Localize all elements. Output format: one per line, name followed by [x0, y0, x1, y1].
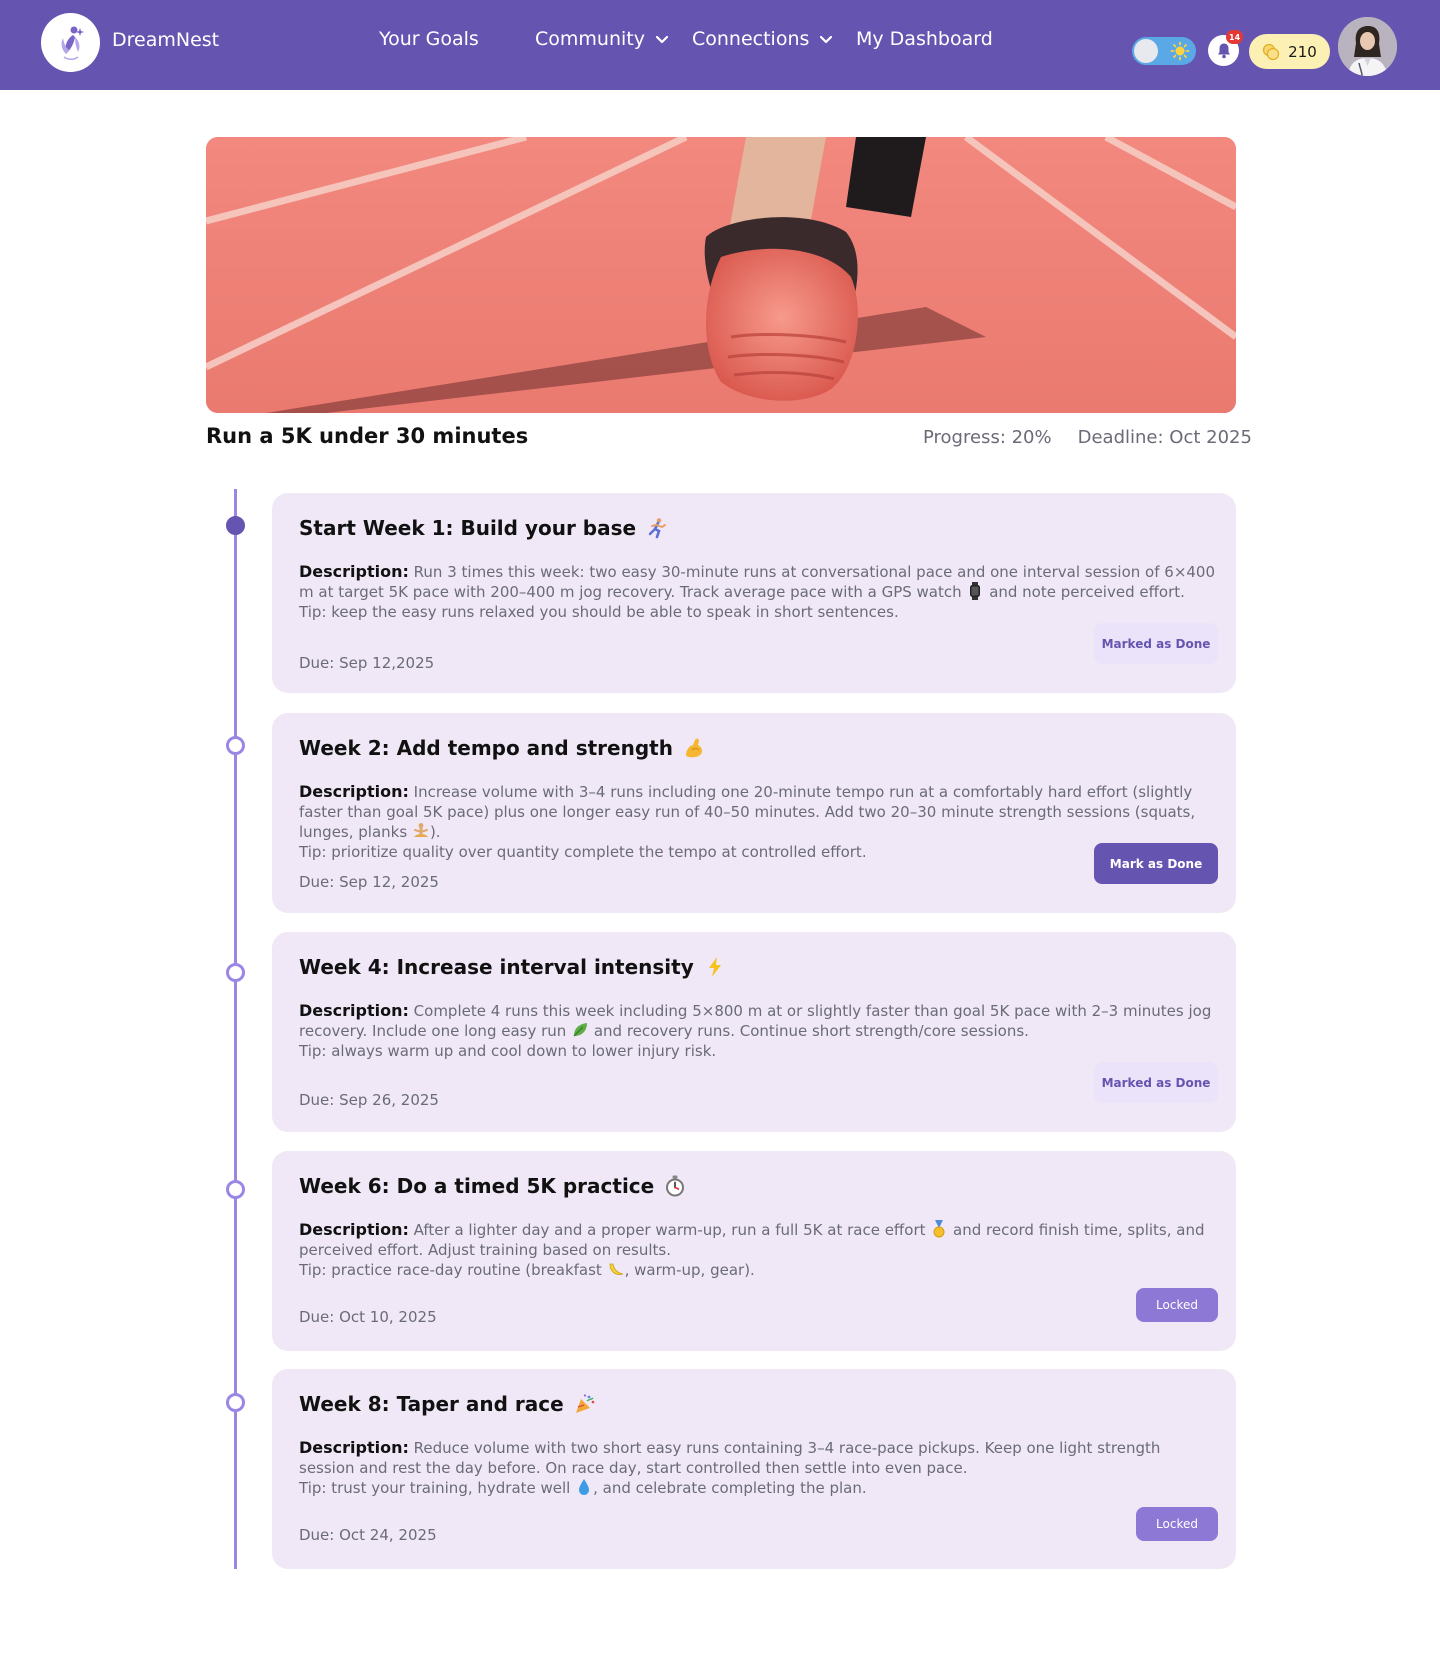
step-card: Week 8: Taper and race Description: Redu…: [272, 1369, 1236, 1569]
goal-meta: Progress: 20% Deadline: Oct 2025: [923, 427, 1252, 448]
description-label: Description:: [299, 1220, 409, 1239]
step-card: Start Week 1: Build your base Descriptio…: [272, 493, 1236, 693]
brand[interactable]: DreamNest: [41, 13, 219, 72]
dreamnest-logo[interactable]: [41, 13, 100, 72]
description-text-cont: ).: [429, 823, 441, 841]
notifications-button[interactable]: 14: [1208, 30, 1244, 66]
user-avatar[interactable]: [1338, 17, 1397, 76]
lightning-icon: [708, 957, 721, 977]
due-date: Due: Oct 10, 2025: [299, 1308, 437, 1326]
description-label: Description:: [299, 1438, 409, 1457]
step-body: Description: Increase volume with 3–4 ru…: [299, 782, 1219, 862]
description-label: Description:: [299, 562, 409, 581]
step-card: Week 4: Increase interval intensity Desc…: [272, 932, 1236, 1132]
nav-your-goals-label: Your Goals: [379, 28, 479, 50]
tip-text-cont: , warm-up, gear).: [624, 1261, 755, 1279]
banana-icon: [609, 1263, 623, 1275]
step-body: Description: After a lighter day and a p…: [299, 1220, 1219, 1280]
step-title: Week 4: Increase interval intensity: [299, 955, 726, 979]
party-popper-icon: [575, 1394, 594, 1413]
description-text-cont: and recovery runs. Continue short streng…: [589, 1022, 1029, 1040]
step-title: Week 6: Do a timed 5K practice: [299, 1174, 686, 1198]
locked-button[interactable]: Locked: [1136, 1507, 1218, 1541]
due-date: Due: Sep 26, 2025: [299, 1091, 439, 1109]
nav-connections-label: Connections: [692, 28, 810, 50]
tip-text: Tip: prioritize quality over quantity co…: [299, 843, 867, 861]
top-navbar: DreamNest Your Goals Community Connectio…: [0, 0, 1440, 90]
step-card: Week 6: Do a timed 5K practice Descripti…: [272, 1151, 1236, 1351]
droplet-icon: [579, 1479, 590, 1495]
theme-toggle[interactable]: [1132, 37, 1196, 65]
runner-icon: [648, 518, 667, 539]
tip-text-cont: , and celebrate completing the plan.: [593, 1479, 867, 1497]
nav-connections[interactable]: Connections: [692, 28, 833, 50]
brand-name: DreamNest: [112, 28, 220, 51]
marked-as-done-button[interactable]: Marked as Done: [1094, 1062, 1218, 1103]
timeline-dot: [226, 1393, 245, 1412]
tip-text: Tip: trust your training, hydrate well: [299, 1479, 571, 1497]
goal-deadline: Deadline: Oct 2025: [1077, 427, 1252, 448]
nav-community-label: Community: [535, 28, 645, 50]
chevron-down-icon: [655, 35, 669, 44]
step-card: Week 2: Add tempo and strength Descripti…: [272, 713, 1236, 913]
step-title-text: Week 2: Add tempo and strength: [299, 736, 673, 760]
watch-icon: [970, 582, 981, 600]
flexed-arm-icon: [685, 738, 702, 758]
step-title-text: Week 4: Increase interval intensity: [299, 955, 694, 979]
tip-text: Tip: practice race-day routine (breakfas…: [299, 1261, 602, 1279]
step-title: Start Week 1: Build your base: [299, 516, 668, 540]
description-label: Description:: [299, 1001, 409, 1020]
toggle-knob: [1134, 39, 1158, 63]
marked-as-done-button[interactable]: Marked as Done: [1094, 623, 1218, 664]
tip-text: Tip: always warm up and cool down to low…: [299, 1042, 717, 1060]
step-title-text: Start Week 1: Build your base: [299, 516, 637, 540]
due-date: Due: Sep 12,2025: [299, 654, 435, 672]
notification-count-badge: 14: [1226, 30, 1244, 44]
due-date: Due: Oct 24, 2025: [299, 1526, 437, 1544]
coins-balance[interactable]: 210: [1249, 34, 1330, 69]
goal-progress: Progress: 20%: [923, 427, 1052, 448]
step-title-text: Week 6: Do a timed 5K practice: [299, 1174, 655, 1198]
sun-icon: [1170, 41, 1190, 61]
description-text: After a lighter day and a proper warm-up…: [413, 1221, 926, 1239]
step-body: Description: Complete 4 runs this week i…: [299, 1001, 1219, 1061]
step-body: Description: Run 3 times this week: two …: [299, 562, 1219, 622]
goal-hero-image: [206, 137, 1236, 413]
coins-count: 210: [1288, 42, 1317, 61]
yoga-icon: [413, 823, 428, 837]
timeline-dot: [226, 963, 245, 982]
bell-icon: [1217, 43, 1230, 59]
tip-text: Tip: keep the easy runs relaxed you shou…: [299, 603, 899, 621]
goal-title: Run a 5K under 30 minutes: [206, 424, 529, 448]
description-text: Reduce volume with two short easy runs c…: [299, 1439, 1161, 1477]
medal-icon: [933, 1220, 945, 1238]
description-label: Description:: [299, 782, 409, 801]
timeline-dot-current: [226, 516, 245, 535]
locked-button[interactable]: Locked: [1136, 1288, 1218, 1322]
timeline-dot: [226, 1180, 245, 1199]
step-title: Week 8: Taper and race: [299, 1392, 596, 1416]
nav-your-goals[interactable]: Your Goals: [379, 28, 479, 50]
running-track-image: [206, 137, 1236, 413]
description-text-cont: and note perceived effort.: [984, 583, 1185, 601]
step-body: Description: Reduce volume with two shor…: [299, 1438, 1219, 1498]
chevron-down-icon: [820, 35, 833, 44]
step-title: Week 2: Add tempo and strength: [299, 736, 705, 760]
avatar-image: [1338, 17, 1397, 76]
timeline-dot: [226, 736, 245, 755]
coins-icon: [1263, 43, 1280, 60]
nav-my-dashboard-label: My Dashboard: [856, 28, 993, 50]
mark-as-done-button[interactable]: Mark as Done: [1094, 843, 1218, 884]
due-date: Due: Sep 12, 2025: [299, 873, 439, 891]
step-title-text: Week 8: Taper and race: [299, 1392, 564, 1416]
nav-my-dashboard[interactable]: My Dashboard: [856, 28, 993, 50]
nav-community[interactable]: Community: [535, 28, 669, 50]
stopwatch-icon: [666, 1175, 685, 1197]
leaf-icon: [573, 1023, 588, 1037]
